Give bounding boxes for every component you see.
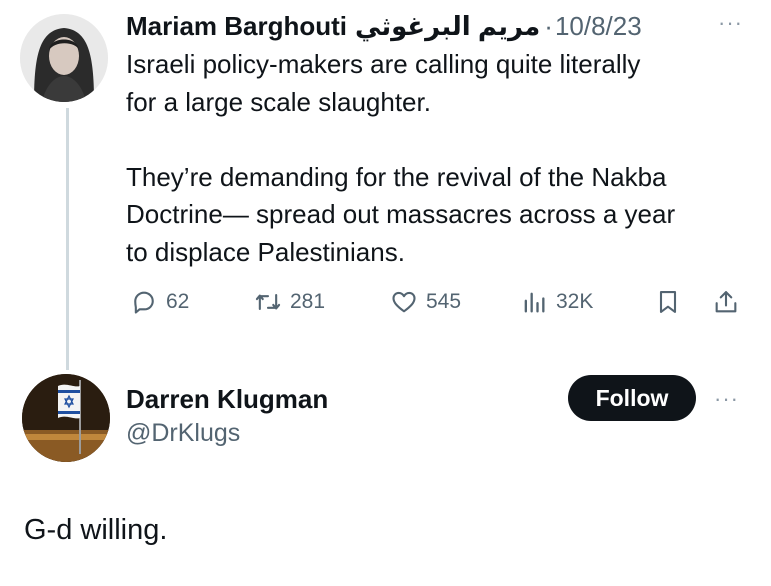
views-icon: [524, 292, 545, 313]
reply-tweet-text: G-d willing.: [24, 514, 168, 546]
bookmark-icon: [659, 291, 677, 313]
share-button[interactable]: [712, 288, 740, 316]
reply-button[interactable]: 62: [130, 288, 189, 316]
author-display-name-arabic[interactable]: مريم البرغوثي: [355, 11, 540, 42]
bookmark-button[interactable]: [654, 288, 682, 316]
avatar-darren-klugman[interactable]: [22, 374, 110, 462]
views-button[interactable]: 32K: [520, 288, 593, 316]
avatar-mariam-barghouti[interactable]: [20, 14, 108, 102]
tweet-text: Israeli policy-makers are calling quite …: [126, 49, 676, 267]
tweet-date[interactable]: 10/8/23: [555, 11, 642, 42]
reply-icon: [134, 291, 154, 314]
reply-author-handle[interactable]: @DrKlugs: [126, 416, 328, 450]
like-icon: [392, 291, 416, 313]
share-icon: [715, 291, 737, 313]
repost-icon: [255, 293, 281, 311]
tweet-action-bar: 62 281 545 32K: [126, 288, 746, 324]
author-display-name[interactable]: Mariam Barghouti: [126, 11, 347, 42]
header-separator: ·: [544, 10, 553, 41]
views-count: 32K: [556, 290, 594, 313]
thread-connector-line: [66, 108, 69, 370]
reply-count: 62: [166, 290, 190, 313]
repost-button[interactable]: 281: [254, 288, 325, 316]
more-icon[interactable]: ···: [718, 10, 743, 36]
like-count: 545: [426, 290, 462, 313]
follow-button[interactable]: Follow: [568, 375, 696, 421]
more-icon[interactable]: ···: [714, 386, 739, 412]
reply-author-display-name[interactable]: Darren Klugman: [126, 382, 328, 416]
like-button[interactable]: 545: [390, 288, 461, 316]
repost-count: 281: [290, 290, 326, 313]
